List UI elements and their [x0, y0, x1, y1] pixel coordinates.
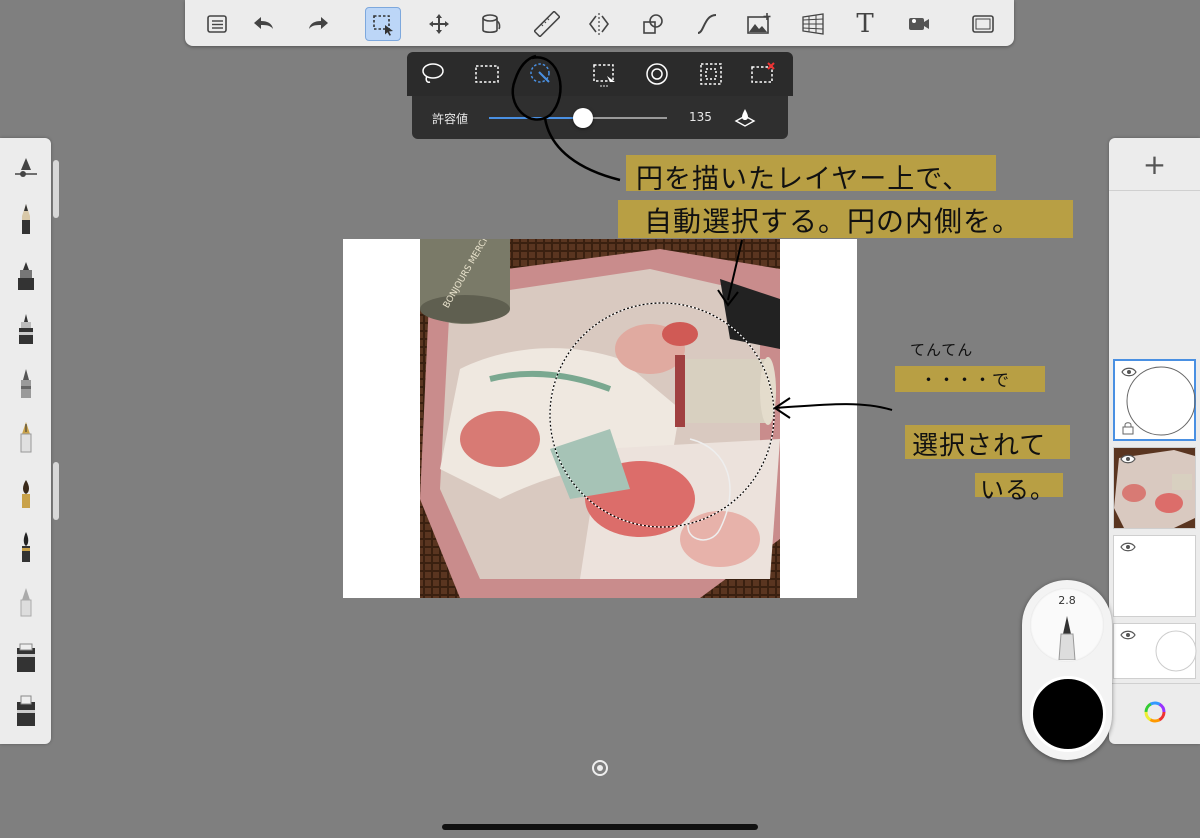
eye-icon[interactable] [1120, 630, 1136, 640]
color-wheel-icon [1144, 701, 1165, 722]
add-layer-button[interactable]: + [1109, 138, 1200, 191]
layer-thumbnail-photo[interactable] [1113, 447, 1196, 529]
canvas-rotate-icon[interactable] [590, 758, 610, 778]
lock-icon [1122, 422, 1134, 435]
current-brush-icon [1058, 616, 1076, 660]
current-color-swatch[interactable] [1030, 676, 1106, 752]
eye-icon[interactable] [1120, 454, 1136, 464]
layer-thumbnail-background[interactable] [1113, 623, 1197, 679]
layers-panel: + [1109, 138, 1200, 744]
home-indicator [442, 824, 758, 830]
eye-icon[interactable] [1120, 542, 1136, 552]
background-circle-thumbnail [1155, 630, 1197, 672]
layer-thumbnail-circle[interactable] [1113, 359, 1196, 441]
brush-size-value: 2.8 [1058, 594, 1076, 607]
annotation-strokes [511, 54, 893, 419]
layer-thumbnail-empty[interactable] [1113, 535, 1196, 617]
color-picker-button[interactable] [1109, 683, 1200, 739]
